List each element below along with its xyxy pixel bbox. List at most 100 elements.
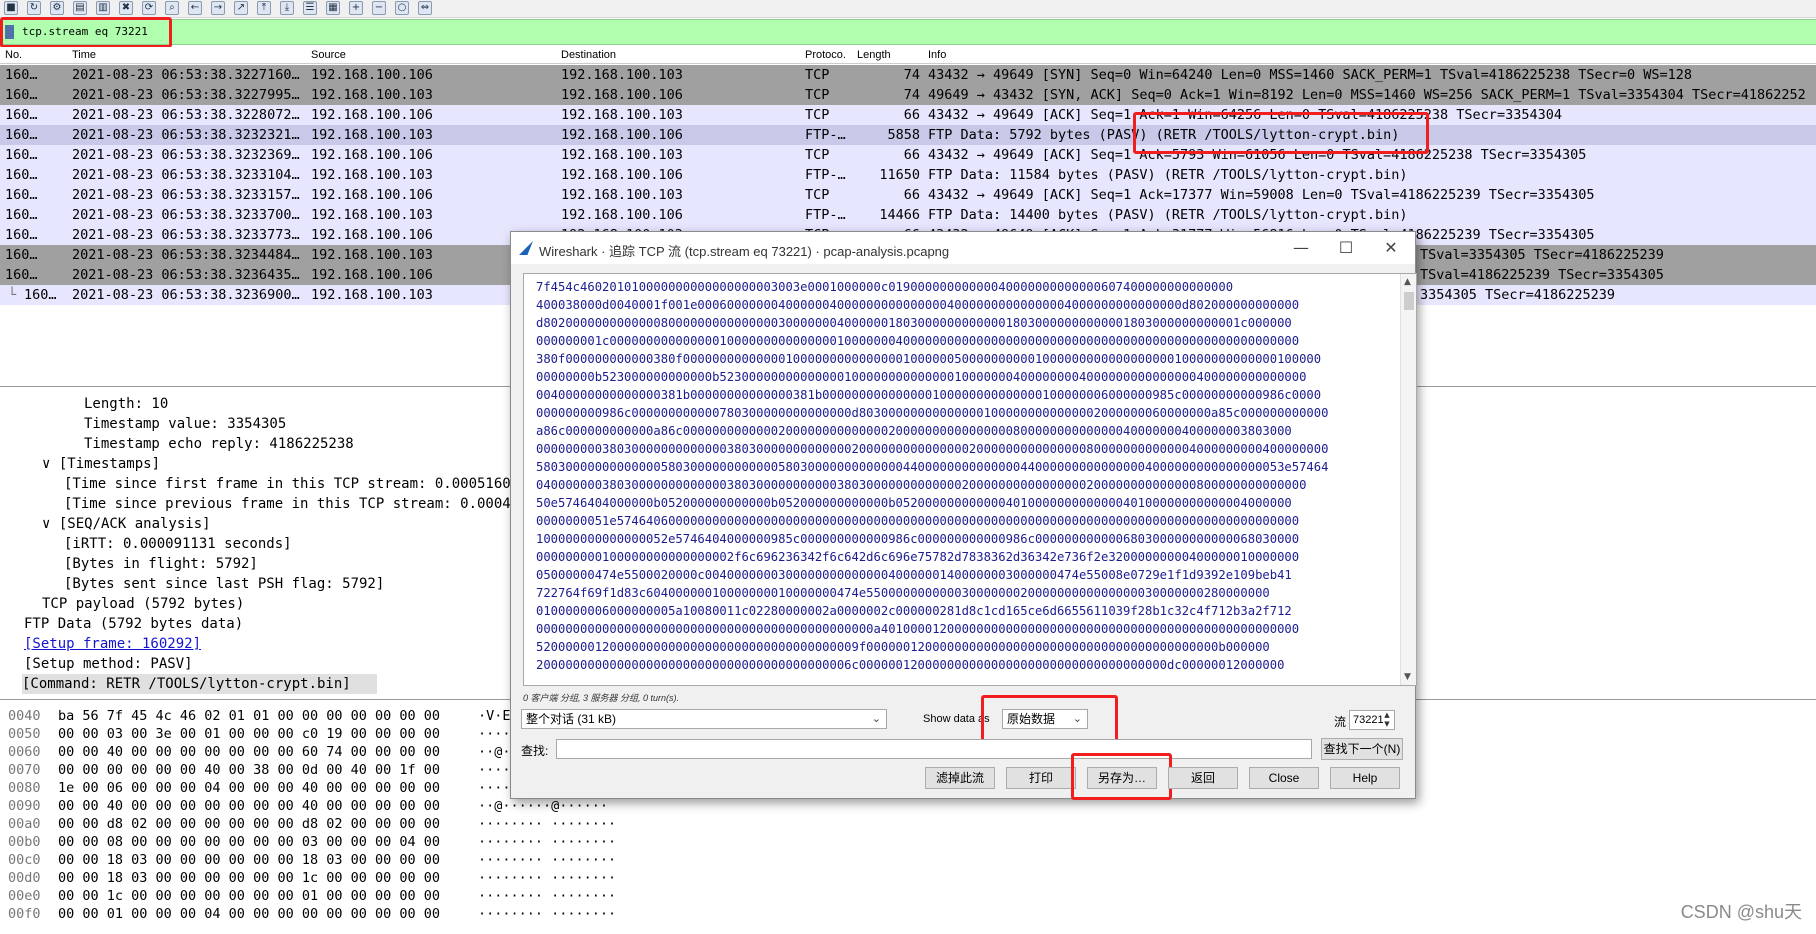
stream-hex-text: 7f454c460201010000000000000000003003e000… — [536, 278, 1328, 674]
open-icon[interactable]: ▤ — [73, 1, 87, 15]
tree-connector-icon: └ — [8, 287, 17, 303]
back-icon[interactable]: ← — [188, 1, 202, 15]
detail-text: [Bytes sent since last PSH flag: 5792] — [64, 576, 385, 592]
hex-ascii: ········ ········ — [478, 852, 617, 868]
filter-out-stream-button[interactable]: 滤掉此流 — [925, 767, 995, 789]
detail-line[interactable]: [Setup method: PASV] — [24, 654, 193, 674]
packet-time: 2021-08-23 06:53:38.3234484… — [72, 247, 300, 263]
packet-info-tail: TSval=4186225239 TSecr=3354305 — [1420, 267, 1664, 283]
col-protocol-header[interactable]: Protoco. — [805, 49, 846, 61]
forward-icon[interactable]: → — [211, 1, 225, 15]
hex-bytes: 00 00 01 00 00 00 04 00 00 00 00 00 00 0… — [58, 906, 441, 922]
packet-proto: FTP-… — [805, 167, 846, 183]
close-file-icon[interactable]: ✖ — [119, 1, 133, 15]
hex-offset: 00c0 — [8, 852, 41, 868]
show-data-select[interactable]: 原始数据 ⌄ — [1002, 709, 1088, 729]
scroll-down-icon[interactable]: ▼ — [1404, 672, 1411, 682]
bookmark-icon[interactable] — [5, 25, 14, 39]
save-as-button[interactable]: 另存为… — [1087, 767, 1157, 789]
detail-line[interactable]: TCP payload (5792 bytes) — [42, 594, 244, 614]
packet-src: 192.168.100.103 — [311, 287, 433, 303]
hex-bytes: 00 00 08 00 00 00 00 00 00 00 03 00 00 0… — [58, 834, 441, 850]
resize-columns-icon[interactable]: ⇔ — [418, 1, 432, 15]
display-filter-bar[interactable]: tcp.stream eq 73221 — [0, 19, 1816, 45]
close-window-button[interactable]: ✕ — [1369, 234, 1413, 262]
packet-row[interactable]: 160… 2021-08-23 06:53:38.3228072… 192.168.… — [0, 105, 1816, 125]
setup-frame-link[interactable]: [Setup frame: 160292] — [24, 634, 201, 654]
help-button[interactable]: Help — [1330, 767, 1400, 789]
detail-line[interactable]: FTP Data (5792 bytes data) — [24, 614, 243, 634]
goto-icon[interactable]: ↗ — [234, 1, 248, 15]
detail-line[interactable]: Length: 10 — [84, 394, 168, 414]
find-input[interactable] — [556, 739, 1312, 759]
scrollbar-thumb[interactable] — [1404, 292, 1414, 310]
detail-line[interactable]: [Bytes sent since last PSH flag: 5792] — [64, 574, 384, 594]
autoscroll-icon[interactable]: ☰ — [303, 1, 317, 15]
find-next-button[interactable]: 查找下一个(N) — [1321, 738, 1403, 760]
packet-no: 160… — [5, 87, 38, 103]
dialog-title-bar[interactable]: Wireshark · 追踪 TCP 流 (tcp.stream eq 7322… — [511, 232, 1415, 264]
packet-row[interactable]: 160… 2021-08-23 06:53:38.3233157… 192.168.… — [0, 185, 1816, 205]
stream-number-spinbox[interactable]: 73221 ▲ ▼ — [1349, 710, 1395, 730]
detail-line[interactable]: [iRTT: 0.000091131 seconds] — [64, 534, 292, 554]
zoom-out-icon[interactable]: − — [372, 1, 386, 15]
find-icon[interactable]: ⌕ — [165, 1, 179, 15]
col-source-header[interactable]: Source — [311, 49, 346, 61]
col-length-header[interactable]: Length — [857, 49, 891, 61]
colorize-icon[interactable]: ▦ — [326, 1, 340, 15]
conversation-select[interactable]: 整个对话 (31 kB) ⌄ — [521, 709, 887, 729]
display-filter-input[interactable]: tcp.stream eq 73221 — [22, 25, 148, 38]
packet-row[interactable]: 160… 2021-08-23 06:53:38.3232321… 192.168.… — [0, 125, 1816, 145]
col-destination-header[interactable]: Destination — [561, 49, 616, 61]
stream-line: 000000000986c000000000000780300000000000… — [536, 406, 1329, 420]
detail-text: [Bytes in flight: 5792] — [64, 556, 258, 572]
col-no-header[interactable]: No. — [5, 49, 22, 61]
packet-proto: TCP — [805, 187, 830, 203]
detail-line[interactable]: Timestamp value: 3354305 — [84, 414, 286, 434]
detail-text: [iRTT: 0.000091131 seconds] — [64, 536, 292, 552]
stop-icon[interactable]: ■ — [4, 1, 18, 15]
hex-offset: 00a0 — [8, 816, 41, 832]
first-icon[interactable]: ⤒ — [257, 1, 271, 15]
packet-no: 160… — [5, 127, 38, 143]
col-time-header[interactable]: Time — [72, 49, 96, 61]
detail-line[interactable]: [Command: RETR /TOOLS/lytton-crypt.bin] — [22, 674, 377, 694]
detail-line[interactable]: Timestamp echo reply: 4186225238 — [84, 434, 354, 454]
restart-icon[interactable]: ↻ — [27, 1, 41, 15]
detail-line[interactable]: ∨ [Timestamps] — [42, 454, 160, 474]
back-button[interactable]: 返回 — [1168, 767, 1238, 789]
packet-row[interactable]: 160… 2021-08-23 06:53:38.3233104… 192.168.… — [0, 165, 1816, 185]
packet-row[interactable]: 160… 2021-08-23 06:53:38.3233700… 192.168.… — [0, 205, 1816, 225]
detail-line[interactable]: ∨ [SEQ/ACK analysis] — [42, 514, 211, 534]
reload-icon[interactable]: ⟳ — [142, 1, 156, 15]
stream-line: d802000000000000080000000000000003000000… — [536, 316, 1292, 330]
scroll-up-icon[interactable]: ▲ — [1404, 277, 1411, 287]
print-button[interactable]: 打印 — [1006, 767, 1076, 789]
packet-time: 2021-08-23 06:53:38.3233104… — [72, 167, 300, 183]
detail-line[interactable]: [Time since first frame in this TCP stre… — [64, 474, 528, 494]
close-button[interactable]: Close — [1249, 767, 1319, 789]
options-icon[interactable]: ⚙ — [50, 1, 64, 15]
stream-line: 100000000000000052e5746404000000985c0000… — [536, 532, 1300, 546]
detail-text: [Setup method: PASV] — [24, 656, 193, 672]
zoom-reset-icon[interactable]: ○ — [395, 1, 409, 15]
zoom-in-icon[interactable]: + — [349, 1, 363, 15]
hex-offset: 0070 — [8, 762, 41, 778]
stream-scrollbar[interactable]: ▲ ▼ — [1400, 274, 1416, 685]
minimize-button[interactable]: — — [1279, 234, 1323, 262]
col-info-header[interactable]: Info — [928, 49, 946, 61]
packet-row[interactable]: 160… 2021-08-23 06:53:38.3232369… 192.168.… — [0, 145, 1816, 165]
last-icon[interactable]: ⤓ — [280, 1, 294, 15]
save-icon[interactable]: ▥ — [96, 1, 110, 15]
packet-row[interactable]: 160… 2021-08-23 06:53:38.3227160… 192.168.… — [0, 65, 1816, 85]
hex-offset: 0040 — [8, 708, 41, 724]
detail-line[interactable]: [Time since previous frame in this TCP s… — [64, 494, 528, 514]
stream-line: 0000000051e57464060000000000000000000000… — [536, 514, 1300, 528]
packet-count-note: 0 客户端 分组, 3 服务器 分组, 0 turn(s). — [523, 693, 680, 703]
detail-line[interactable]: [Bytes in flight: 5792] — [64, 554, 258, 574]
stream-content-area[interactable]: 7f454c460201010000000000000000003003e000… — [523, 273, 1417, 686]
spin-arrows-icon[interactable]: ▲ ▼ — [1381, 711, 1393, 729]
conversation-select-value: 整个对话 (31 kB) — [526, 712, 617, 726]
maximize-button[interactable]: ☐ — [1324, 234, 1368, 262]
packet-row[interactable]: 160… 2021-08-23 06:53:38.3227995… 192.168.… — [0, 85, 1816, 105]
